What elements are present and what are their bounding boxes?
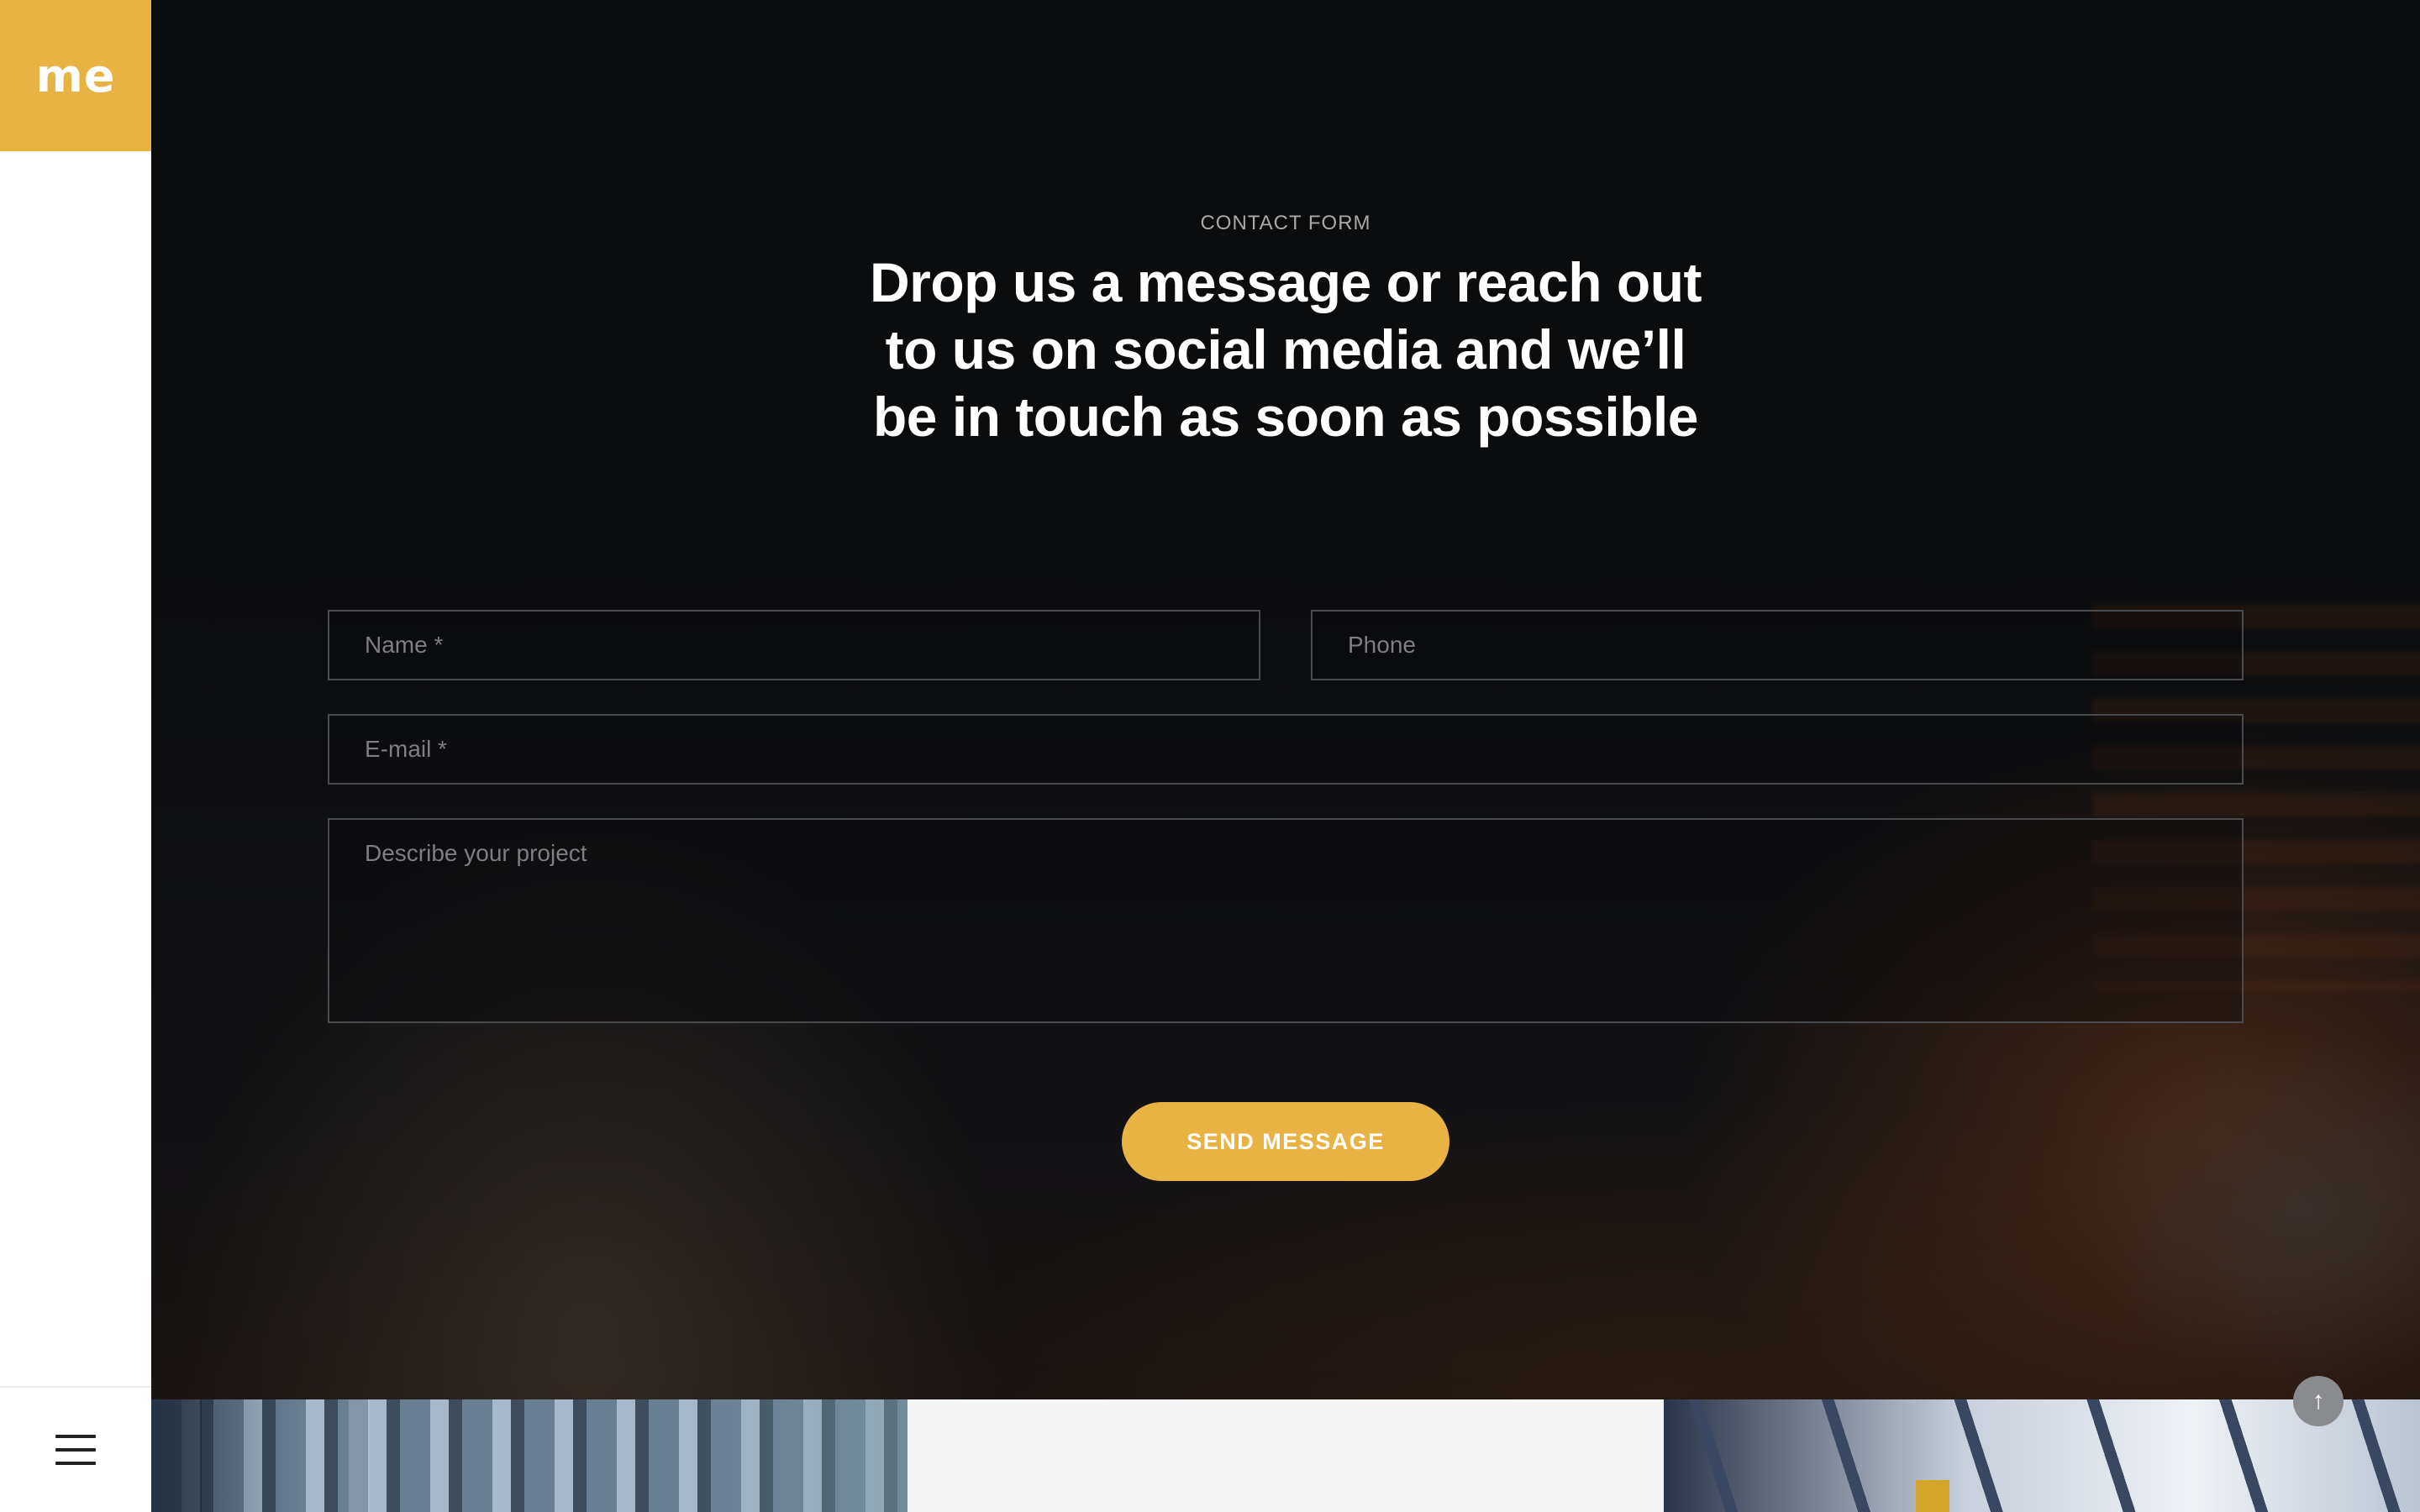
hamburger-menu-icon[interactable] bbox=[55, 1435, 96, 1465]
phone-placeholder: Phone bbox=[1348, 632, 1416, 658]
section-headline: Drop us a message or reach out to us on … bbox=[870, 251, 1702, 448]
phone-input[interactable]: Phone bbox=[1311, 610, 2244, 680]
logo-text: me bbox=[35, 49, 116, 102]
name-placeholder: Name * bbox=[365, 632, 444, 658]
gallery-image-blank[interactable] bbox=[908, 1399, 1664, 1512]
section-eyebrow: CONTACT FORM bbox=[1200, 212, 1371, 234]
site-logo[interactable]: me bbox=[0, 0, 151, 151]
sidebar: me bbox=[0, 0, 151, 1512]
name-input[interactable]: Name * bbox=[328, 610, 1260, 680]
message-placeholder: Describe your project bbox=[365, 840, 587, 866]
gallery-image-building[interactable] bbox=[151, 1399, 908, 1512]
email-input[interactable]: E-mail * bbox=[328, 714, 2244, 785]
sidebar-footer bbox=[0, 1386, 151, 1512]
email-placeholder: E-mail * bbox=[365, 736, 448, 762]
contact-section: CONTACT FORM Drop us a message or reach … bbox=[151, 0, 2420, 1399]
message-textarea[interactable]: Describe your project bbox=[328, 818, 2244, 1023]
send-message-button[interactable]: SEND MESSAGE bbox=[1122, 1102, 1449, 1181]
page: me CONTACT FORM Drop us a message or rea… bbox=[0, 0, 2420, 1512]
arrow-up-icon[interactable]: ↑ bbox=[2293, 1376, 2344, 1426]
